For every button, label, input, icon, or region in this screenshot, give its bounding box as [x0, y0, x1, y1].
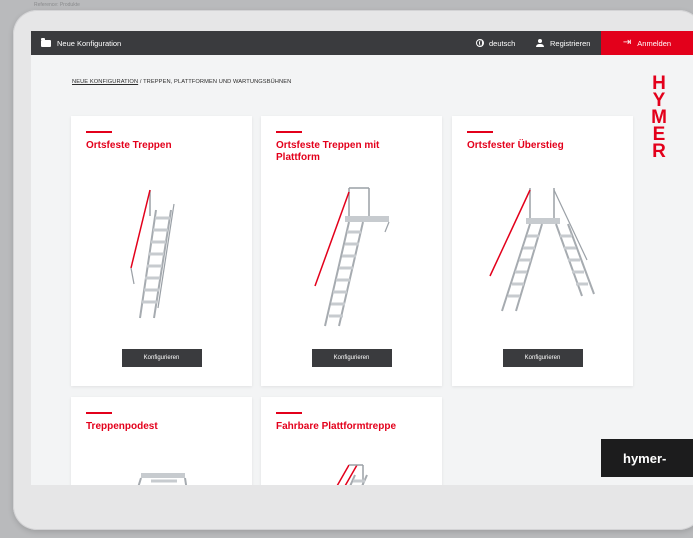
breadcrumb-current: TREPPEN, PLATTFORMEN UND WARTUNGSBÜHNEN: [143, 79, 292, 85]
fixed-stairs-icon: [130, 189, 175, 319]
register-button[interactable]: Registrieren: [536, 31, 590, 55]
product-card[interactable]: Ortsfester Überstieg Konfigurieren: [452, 116, 633, 386]
card-accent-line: [86, 131, 112, 133]
register-label: Registrieren: [550, 38, 591, 48]
card-accent-line: [86, 412, 112, 414]
login-button[interactable]: ⇥ Anmelden: [601, 31, 693, 55]
breadcrumb-link-new-configuration[interactable]: NEUE KONFIGURATION: [72, 79, 138, 85]
card-accent-line: [276, 412, 302, 414]
card-title: Fahrbare Plattformtreppe: [276, 421, 397, 432]
card-title: Ortsfeste Treppen: [86, 140, 172, 151]
login-icon: ⇥: [622, 37, 632, 48]
product-card[interactable]: Ortsfeste Treppen mit Plattform Konfigur…: [261, 116, 442, 386]
language-selector[interactable]: deutsch: [476, 31, 515, 55]
login-label: Anmelden: [637, 38, 672, 48]
website-sticker: hymer-: [601, 439, 693, 477]
card-title: Ortsfeste Treppen mit Plattform: [276, 140, 380, 163]
top-navigation-bar: Neue Konfiguration deutsch Registrieren …: [31, 31, 693, 55]
mobile-platform-stairs-icon: [336, 464, 368, 485]
configure-button[interactable]: Konfigurieren: [121, 349, 202, 367]
hymer-logo: H Y M E R: [647, 74, 671, 162]
stair-landing-icon: [137, 473, 188, 485]
user-icon: [536, 39, 544, 47]
new-configuration-button[interactable]: Neue Konfiguration: [41, 31, 121, 55]
configure-button[interactable]: Konfigurieren: [311, 349, 392, 367]
configure-button[interactable]: Konfigurieren: [502, 349, 583, 367]
card-accent-line: [276, 131, 302, 133]
app-screen: Neue Konfiguration deutsch Registrieren …: [31, 31, 693, 485]
card-title: Treppenpodest: [86, 421, 158, 432]
crossover-icon: [489, 188, 595, 312]
product-card[interactable]: Fahrbare Plattformtreppe: [261, 397, 442, 485]
product-card[interactable]: Ortsfeste Treppen Konfigurieren: [71, 116, 252, 386]
logo-letter: R: [652, 141, 666, 162]
breadcrumb: NEUE KONFIGURATION / TREPPEN, PLATTFORME…: [72, 79, 291, 85]
language-label: deutsch: [489, 38, 516, 48]
card-accent-line: [467, 131, 493, 133]
globe-icon: [476, 39, 484, 47]
stairs-with-platform-icon: [314, 187, 390, 327]
folder-icon: [41, 37, 51, 47]
breadcrumb-separator: /: [139, 79, 142, 85]
card-title: Ortsfester Überstieg: [467, 140, 564, 151]
top-caption: Reference: Produkte: [34, 2, 80, 8]
new-configuration-label: Neue Konfiguration: [57, 38, 122, 48]
product-card[interactable]: Treppenpodest: [71, 397, 252, 485]
